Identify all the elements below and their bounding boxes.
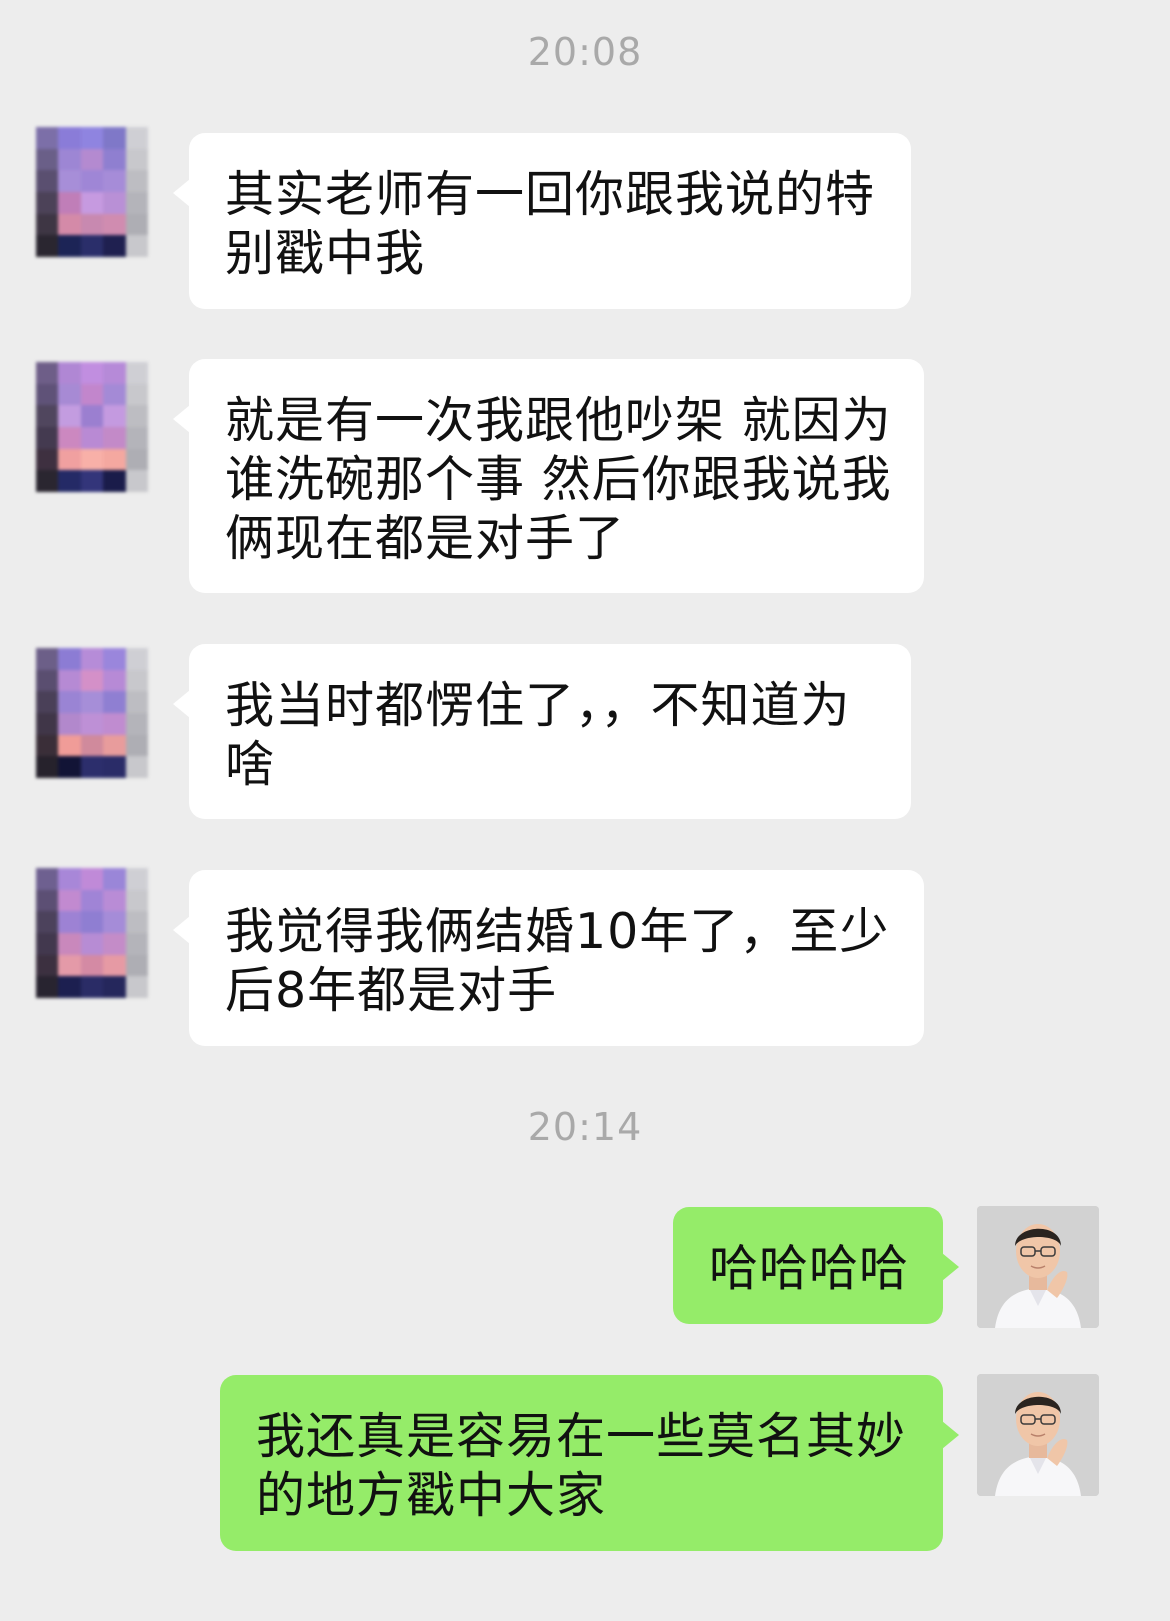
user-avatar[interactable]	[977, 1374, 1099, 1496]
contact-avatar[interactable]	[36, 362, 148, 492]
contact-avatar[interactable]	[36, 648, 148, 778]
message-text: 我觉得我俩结婚10年了，至少后8年都是对手	[225, 903, 890, 1019]
timestamp: 20:08	[527, 30, 643, 74]
person-photo-icon	[977, 1206, 1099, 1328]
contact-avatar[interactable]	[36, 127, 148, 257]
message-text: 我还真是容易在一些莫名其妙的地方戳中大家	[256, 1408, 907, 1524]
person-photo-icon	[977, 1374, 1099, 1496]
message-text: 就是有一次我跟他吵架 就因为谁洗碗那个事 然后你跟我说我俩现在都是对手了	[225, 392, 892, 567]
message-bubble-incoming[interactable]: 其实老师有一回你跟我说的特别戳中我	[173, 133, 911, 309]
message-bubble-incoming[interactable]: 就是有一次我跟他吵架 就因为谁洗碗那个事 然后你跟我说我俩现在都是对手了	[173, 359, 924, 593]
message-text: 哈哈哈哈	[709, 1240, 910, 1297]
message-bubble-incoming[interactable]: 我觉得我俩结婚10年了，至少后8年都是对手	[173, 870, 924, 1046]
message-bubble-incoming[interactable]: 我当时都愣住了，，不知道为啥	[173, 644, 911, 819]
message-bubble-outgoing[interactable]: 哈哈哈哈	[673, 1207, 959, 1324]
message-text: 我当时都愣住了，，不知道为啥	[225, 677, 851, 793]
timestamp: 20:14	[527, 1105, 643, 1149]
contact-avatar[interactable]	[36, 868, 148, 998]
user-avatar[interactable]	[977, 1206, 1099, 1328]
message-text: 其实老师有一回你跟我说的特别戳中我	[225, 166, 876, 282]
message-bubble-outgoing[interactable]: 我还真是容易在一些莫名其妙的地方戳中大家	[220, 1375, 959, 1551]
